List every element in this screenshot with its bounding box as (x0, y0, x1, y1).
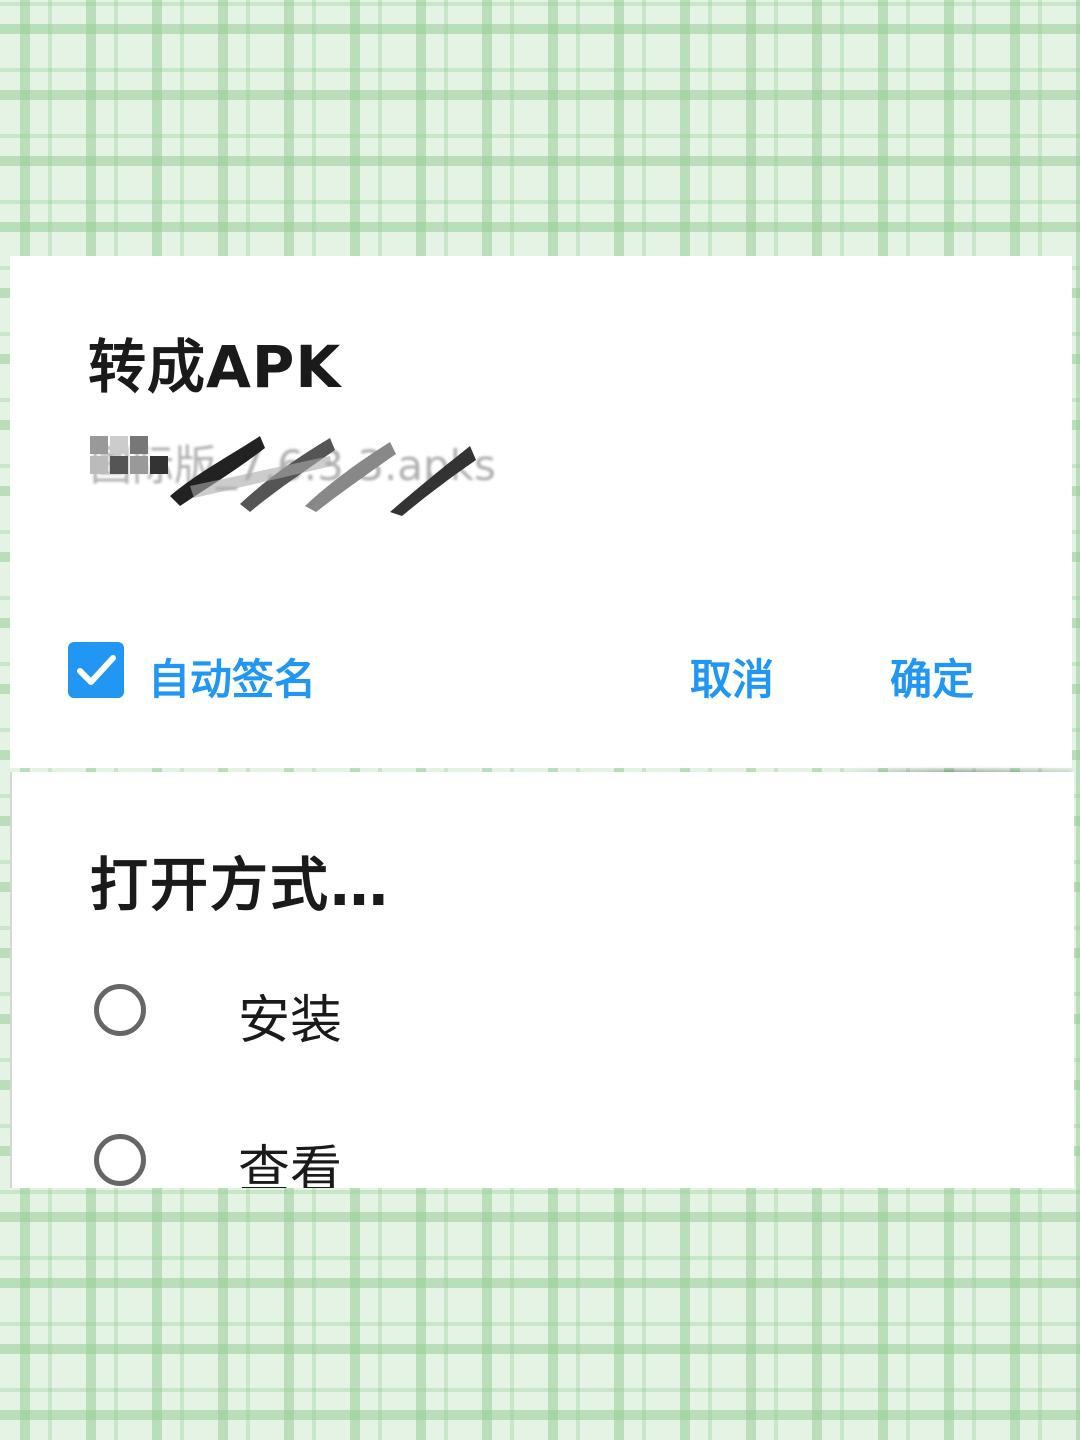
open-with-dialog: 打开方式… 安装 查看 (10, 772, 1074, 1188)
cancel-button[interactable]: 取消 (690, 646, 774, 707)
redaction-overlay (90, 436, 476, 516)
auto-sign-checkbox[interactable] (68, 642, 124, 698)
dialog-title: 打开方式… (90, 851, 391, 919)
ok-button[interactable]: 确定 (890, 646, 974, 707)
radio-button[interactable] (94, 1134, 146, 1186)
dialog-title: 转成APK (88, 333, 342, 401)
option-label: 查看 (238, 1141, 343, 1188)
checkmark-icon (77, 655, 116, 685)
auto-sign-label[interactable]: 自动签名 (148, 646, 316, 707)
option-label: 安装 (238, 991, 343, 1051)
screenshot-root: { "convert_dialog": { "title": "转成APK", … (0, 0, 1080, 1440)
convert-apk-dialog: 转成APK 国际版_7.6.3.3.apks 自动签名 取消 确定 (10, 256, 1072, 768)
radio-button[interactable] (94, 984, 146, 1036)
